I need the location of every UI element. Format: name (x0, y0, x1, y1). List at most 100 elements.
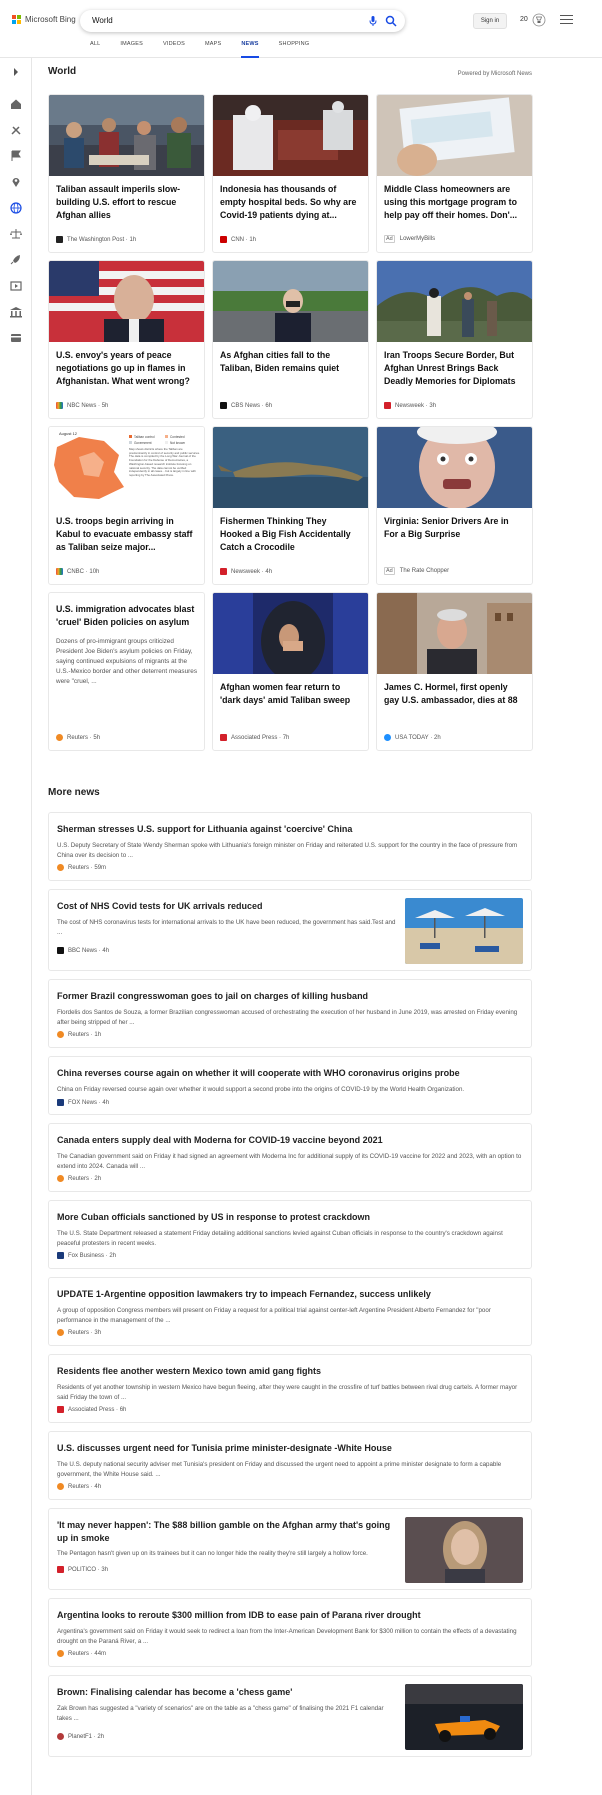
item-time: 3h (94, 1329, 102, 1336)
tab-news[interactable]: NEWS (241, 38, 259, 58)
globe-icon[interactable] (9, 202, 23, 214)
news-list-item[interactable]: Canada enters supply deal with Moderna f… (48, 1123, 532, 1192)
item-title[interactable]: Brown: Finalising calendar has become a … (57, 1686, 292, 1699)
reuters-icon (57, 1483, 64, 1490)
card-image (213, 261, 368, 342)
ad-card[interactable]: Virginia: Senior Drivers Are in For a Bi… (376, 426, 533, 585)
news-card[interactable]: Indonesia has thousands of empty hospita… (212, 94, 369, 253)
news-card[interactable]: Afghan women fear return to 'dark days' … (212, 592, 369, 751)
news-list-item[interactable]: U.S. discusses urgent need for Tunisia p… (48, 1431, 532, 1500)
wallet-icon[interactable] (9, 332, 23, 344)
item-meta: PlanetF1 · 2h (57, 1733, 104, 1740)
item-source: BBC News (68, 947, 98, 954)
item-description: Zak Brown has suggested a "variety of sc… (57, 1705, 384, 1722)
powered-by[interactable]: Powered by Microsoft News (458, 71, 532, 77)
news-card[interactable]: As Afghan cities fall to the Taliban, Bi… (212, 260, 369, 419)
news-card[interactable]: Fishermen Thinking They Hooked a Big Fis… (212, 426, 369, 585)
news-list-item[interactable]: 'It may never happen': The $88 billion g… (48, 1508, 532, 1590)
item-title[interactable]: China reverses course again on whether i… (57, 1067, 460, 1080)
card-title[interactable]: Afghan women fear return to 'dark days' … (213, 674, 368, 728)
card-title[interactable]: Middle Class homeowners are using this m… (377, 176, 532, 230)
tab-videos[interactable]: VIDEOS (163, 38, 185, 58)
microphone-icon[interactable] (367, 15, 379, 27)
news-list-item[interactable]: Argentina looks to reroute $300 million … (48, 1598, 532, 1667)
card-title[interactable]: Iran Troops Secure Border, But Afghan Un… (377, 342, 532, 396)
bank-icon[interactable] (9, 306, 23, 318)
card-title[interactable]: U.S. immigration advocates blast 'cruel'… (49, 593, 204, 629)
item-title[interactable]: More Cuban officials sanctioned by US in… (57, 1211, 370, 1224)
card-title[interactable]: Indonesia has thousands of empty hospita… (213, 176, 368, 230)
news-card[interactable]: U.S. envoy's years of peace negotiations… (48, 260, 205, 419)
news-list-item[interactable]: Brown: Finalising calendar has become a … (48, 1675, 532, 1757)
tools-icon[interactable] (9, 124, 23, 136)
item-title[interactable]: Residents flee another western Mexico to… (57, 1365, 321, 1378)
search-input[interactable]: World (92, 16, 113, 25)
news-list-item[interactable]: China reverses course again on whether i… (48, 1056, 532, 1115)
microsoft-logo-icon (12, 15, 21, 24)
news-list-item[interactable]: UPDATE 1-Argentine opposition lawmakers … (48, 1277, 532, 1346)
tab-shopping[interactable]: SHOPPING (279, 38, 310, 58)
search-box[interactable]: World (80, 10, 405, 32)
news-list-item[interactable]: Sherman stresses U.S. support for Lithua… (48, 812, 532, 881)
scale-icon[interactable] (9, 228, 23, 240)
chevron-right-icon[interactable] (9, 66, 23, 78)
card-title[interactable]: Virginia: Senior Drivers Are in For a Bi… (377, 508, 532, 562)
card-meta: Newsweek · 4h (220, 568, 272, 575)
news-list-item[interactable]: Former Brazil congresswoman goes to jail… (48, 979, 532, 1048)
world-section: World Powered by Microsoft News Taliban … (48, 66, 533, 751)
usatoday-icon (384, 734, 391, 741)
item-source: Reuters (68, 1329, 90, 1336)
item-title[interactable]: U.S. discusses urgent need for Tunisia p… (57, 1442, 392, 1455)
item-title[interactable]: Sherman stresses U.S. support for Lithua… (57, 823, 352, 836)
rewards-points[interactable]: 20 (520, 16, 528, 23)
card-source: CNBC (67, 568, 85, 575)
item-title[interactable]: UPDATE 1-Argentine opposition lawmakers … (57, 1288, 431, 1301)
flag-icon[interactable] (9, 150, 23, 162)
news-card[interactable]: James C. Hormel, first openly gay U.S. a… (376, 592, 533, 751)
card-meta: Ad LowerMyBills (384, 235, 435, 243)
foxbiz-icon (57, 1252, 64, 1259)
card-title[interactable]: As Afghan cities fall to the Taliban, Bi… (213, 342, 368, 396)
map-legend-item: Taliban control (134, 435, 155, 439)
card-source: LowerMyBills (399, 236, 436, 242)
item-title[interactable]: Canada enters supply deal with Moderna f… (57, 1134, 383, 1147)
card-source: Newsweek (395, 402, 425, 409)
news-list-item[interactable]: Cost of NHS Covid tests for UK arrivals … (48, 889, 532, 971)
card-title[interactable]: Fishermen Thinking They Hooked a Big Fis… (213, 508, 368, 562)
news-card[interactable]: August 12 Taliban control Contested Gove… (48, 426, 205, 585)
bing-logo[interactable]: Microsoft Bing (12, 15, 76, 24)
card-title[interactable]: U.S. troops begin arriving in Kabul to e… (49, 508, 204, 562)
news-card[interactable]: Taliban assault imperils slow-building U… (48, 94, 205, 253)
cbs-icon (220, 402, 227, 409)
map-pin-icon[interactable] (9, 176, 23, 188)
item-title[interactable]: 'It may never happen': The $88 billion g… (57, 1519, 397, 1545)
home-icon[interactable] (9, 98, 23, 110)
card-meta: CBS News · 6h (220, 402, 272, 409)
item-thumbnail (405, 1684, 523, 1750)
ad-card[interactable]: Middle Class homeowners are using this m… (376, 94, 533, 253)
film-icon[interactable] (9, 280, 23, 292)
item-description: The U.S. State Department released a sta… (57, 1230, 503, 1247)
rewards-icon[interactable] (532, 13, 546, 27)
news-list-item[interactable]: More Cuban officials sanctioned by US in… (48, 1200, 532, 1269)
tab-all[interactable]: ALL (90, 38, 100, 58)
card-title[interactable]: U.S. envoy's years of peace negotiations… (49, 342, 204, 396)
tab-images[interactable]: IMAGES (120, 38, 143, 58)
item-time: 59m (94, 864, 107, 871)
item-title[interactable]: Former Brazil congresswoman goes to jail… (57, 990, 368, 1003)
search-icon[interactable] (385, 15, 397, 27)
card-title[interactable]: James C. Hormel, first openly gay U.S. a… (377, 674, 532, 728)
top-header: Microsoft Bing World Sign in 20 ALL IMAG… (0, 0, 602, 58)
news-card[interactable]: U.S. immigration advocates blast 'cruel'… (48, 592, 205, 751)
tab-maps[interactable]: MAPS (205, 38, 221, 58)
news-card[interactable]: Iran Troops Secure Border, But Afghan Un… (376, 260, 533, 419)
item-title[interactable]: Cost of NHS Covid tests for UK arrivals … (57, 900, 263, 913)
card-image: August 12 Taliban control Contested Gove… (49, 427, 204, 508)
news-list-item[interactable]: Residents flee another western Mexico to… (48, 1354, 532, 1423)
card-title[interactable]: Taliban assault imperils slow-building U… (49, 176, 204, 230)
sign-in-button[interactable]: Sign in (473, 13, 507, 29)
item-title[interactable]: Argentina looks to reroute $300 million … (57, 1609, 421, 1622)
rocket-icon[interactable] (9, 254, 23, 266)
card-time: 1h (129, 236, 137, 243)
menu-icon[interactable] (560, 15, 573, 26)
